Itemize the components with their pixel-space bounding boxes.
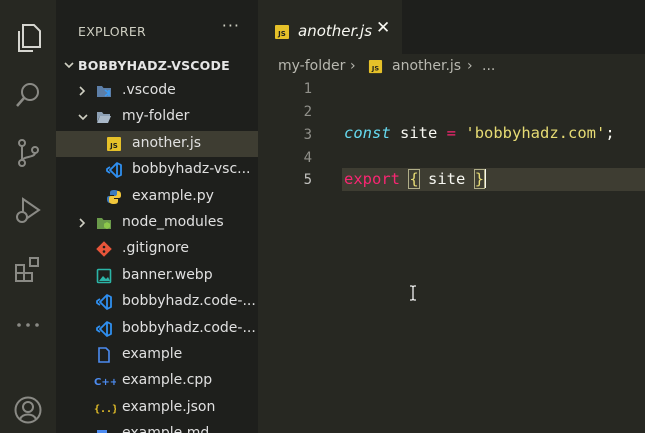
tree-item-label: banner.webp [122, 267, 213, 283]
chevron-down-icon [64, 62, 74, 69]
text-cursor [484, 169, 487, 188]
search-icon[interactable] [0, 75, 56, 115]
text-cursor-icon [410, 285, 416, 301]
breadcrumb-folder[interactable]: my-folder [278, 58, 345, 74]
git-file-icon [96, 241, 112, 257]
tree-item-label: .vscode [122, 82, 176, 98]
python-file-icon [107, 190, 121, 204]
run-debug-icon[interactable] [0, 190, 56, 230]
more-icon[interactable] [0, 305, 56, 345]
tree-item-label: .gitignore [122, 240, 189, 256]
tree-item-label: my-folder [122, 108, 190, 124]
tree-item-label: bobbyhadz-vsc... [132, 161, 251, 177]
js-file-icon: JS [107, 137, 121, 151]
tree-item-example-py[interactable]: example.py [56, 184, 258, 210]
breadcrumb-file[interactable]: another.js [392, 58, 461, 74]
line-number: 4 [303, 150, 312, 166]
tree-item-banner-webp[interactable]: banner.webp [56, 263, 258, 289]
tree-item-bobbyhadz-code-2[interactable]: bobbyhadz.code-... [56, 316, 258, 342]
markdown-file-icon [97, 430, 107, 433]
line-number: 3 [303, 127, 312, 143]
editor-tab-bar: JS another.js ✕ [258, 0, 645, 54]
extensions-icon[interactable] [0, 250, 56, 290]
tab-another-js[interactable]: JS another.js ✕ [258, 0, 402, 54]
tree-item-label: example [122, 346, 183, 362]
line-number: 5 [303, 172, 312, 188]
tab-label: another.js [298, 22, 373, 40]
tree-item-example-cpp[interactable]: C++ example.cpp [56, 368, 258, 394]
tree-item-example-md[interactable]: example.md [56, 421, 258, 433]
explorer-sidebar: EXPLORER ··· BOBBYHADZ-VSCODE .vscode my… [56, 0, 258, 433]
js-file-icon: JS [368, 59, 383, 74]
tree-item-bobbyhadz-code-1[interactable]: bobbyhadz.code-... [56, 289, 258, 315]
code-line-3: const site = 'bobbyhadz.com'; [344, 124, 615, 142]
js-file-icon: JS [275, 25, 289, 39]
chevron-right-icon [79, 86, 86, 96]
tree-item-label: example.cpp [122, 372, 213, 388]
breadcrumb-separator: › [350, 58, 356, 74]
code-editor[interactable]: 1 2 3 4 5 const site = 'bobbyhadz.com'; … [258, 78, 645, 433]
vscode-file-icon [96, 294, 112, 310]
tree-item-label: bobbyhadz.code-... [122, 320, 256, 336]
source-control-icon[interactable] [0, 133, 56, 173]
file-icon [98, 347, 110, 363]
tree-item-label: node_modules [122, 214, 224, 230]
image-file-icon [96, 268, 112, 284]
workspace-root[interactable]: BOBBYHADZ-VSCODE [56, 54, 258, 78]
svg-text:JS: JS [371, 64, 379, 72]
tree-item-bobbyhadz-vsc[interactable]: bobbyhadz-vsc... [56, 157, 258, 183]
vscode-file-icon [96, 321, 112, 337]
account-icon[interactable] [0, 390, 56, 430]
explorer-icon[interactable] [0, 18, 56, 58]
explorer-header: EXPLORER ··· [56, 0, 258, 55]
code-line-5: export { site } [344, 169, 487, 189]
tree-item-label: bobbyhadz.code-... [122, 293, 256, 309]
svg-text:C++: C++ [94, 377, 116, 388]
svg-text:{..}: {..} [94, 404, 116, 415]
tree-item-label: example.py [132, 188, 214, 204]
svg-text:JS: JS [109, 142, 118, 150]
tree-item-another-js[interactable]: JS another.js [56, 131, 258, 157]
tree-item-example[interactable]: example [56, 342, 258, 368]
vscode-folder-icon [97, 86, 111, 97]
tree-item-label: example.md [122, 425, 210, 433]
breadcrumb-symbols[interactable]: ... [482, 58, 495, 74]
activity-bar [0, 0, 56, 433]
explorer-title: EXPLORER [78, 24, 147, 39]
close-icon[interactable]: ✕ [376, 18, 390, 38]
folder-open-icon [97, 112, 111, 123]
tree-item-vscode-folder[interactable]: .vscode [56, 78, 258, 104]
chevron-down-icon [78, 114, 88, 121]
tree-item-my-folder[interactable]: my-folder [56, 104, 258, 130]
vscode-file-icon [106, 162, 122, 178]
tree-item-label: example.json [122, 399, 216, 415]
tree-item-node-modules[interactable]: node_modules [56, 210, 258, 236]
json-file-icon: {..} [94, 404, 116, 415]
tree-item-example-json[interactable]: {..} example.json [56, 395, 258, 421]
tree-item-gitignore[interactable]: .gitignore [56, 236, 258, 262]
svg-text:JS: JS [277, 30, 286, 38]
tree-item-label: another.js [132, 135, 202, 151]
breadcrumb-separator: › [467, 58, 473, 74]
line-number: 2 [303, 104, 312, 120]
chevron-right-icon [79, 218, 86, 228]
workspace-root-label: BOBBYHADZ-VSCODE [78, 58, 230, 73]
more-actions-icon[interactable]: ··· [222, 16, 240, 35]
node-folder-icon [97, 218, 111, 229]
cpp-file-icon: C++ [94, 377, 116, 388]
breadcrumb: my-folder › JS another.js › ... [258, 54, 645, 78]
line-number: 1 [303, 81, 312, 97]
